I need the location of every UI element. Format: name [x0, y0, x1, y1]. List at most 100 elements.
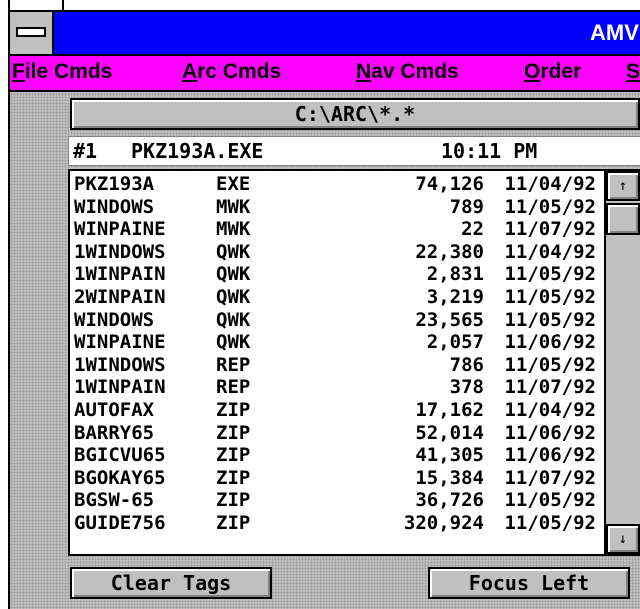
- file-name: BGICVU65: [74, 444, 166, 467]
- file-date: 11/05/92: [504, 308, 596, 331]
- menu-arc-cmds[interactable]: Arc Cmds: [182, 60, 281, 84]
- file-ext: MWK: [216, 195, 251, 218]
- window-title: AMV: [590, 20, 639, 45]
- menu-label: rder: [540, 60, 582, 83]
- file-ext: REP: [216, 353, 251, 376]
- file-date: 11/07/92: [504, 376, 596, 399]
- file-list[interactable]: PKZ193A EXE 74,126 11/04/92 WINDOWS MWK 789 11/…: [68, 169, 640, 556]
- file-size: 41,305: [415, 444, 484, 467]
- file-list-row[interactable]: BGSW-65 ZIP 36,726 11/05/92: [72, 489, 596, 512]
- file-list-row[interactable]: BGOKAY65 ZIP 15,384 11/07/92: [72, 467, 596, 490]
- clear-tags-button[interactable]: Clear Tags: [70, 567, 272, 599]
- path-button[interactable]: C:\ARC\*.*: [70, 98, 640, 130]
- file-ext: ZIP: [216, 398, 251, 421]
- file-ext: QWK: [216, 331, 251, 354]
- file-ext: QWK: [216, 308, 251, 331]
- file-list-row[interactable]: 1WINPAIN REP 378 11/07/92: [72, 376, 596, 399]
- file-date: 11/05/92: [504, 263, 596, 286]
- file-date: 11/05/92: [504, 353, 596, 376]
- file-name: 2WINPAIN: [74, 285, 166, 308]
- file-name: PKZ193A: [74, 173, 155, 195]
- file-list-row[interactable]: BARRY65 ZIP 52,014 11/06/92: [72, 422, 596, 445]
- file-size: 74,126: [415, 173, 484, 195]
- file-name: BARRY65: [74, 421, 155, 444]
- file-ext: ZIP: [216, 444, 251, 467]
- system-menu-icon: [16, 27, 46, 37]
- file-list-row[interactable]: WINPAINE MWK 22 11/07/92: [72, 218, 596, 241]
- file-name: WINDOWS: [74, 195, 155, 218]
- menu-file-cmds[interactable]: File Cmds: [12, 60, 112, 84]
- frame-tick: [62, 0, 64, 12]
- file-name: WINPAINE: [74, 331, 166, 354]
- menu-accel: S: [626, 60, 640, 83]
- file-name: BGOKAY65: [74, 466, 166, 489]
- vertical-scrollbar[interactable]: ↑ ↓: [604, 171, 640, 554]
- file-size: 789: [449, 195, 484, 218]
- file-rows: PKZ193A EXE 74,126 11/04/92 WINDOWS MWK 789 11/…: [72, 173, 596, 535]
- file-ext: ZIP: [216, 489, 251, 512]
- scroll-thumb[interactable]: [606, 203, 640, 235]
- file-size: 15,384: [415, 466, 484, 489]
- file-list-row[interactable]: WINDOWS MWK 789 11/05/92: [72, 196, 596, 219]
- file-size: 17,162: [415, 398, 484, 421]
- menu-order[interactable]: Order: [524, 60, 581, 84]
- file-name: 1WINDOWS: [74, 353, 166, 376]
- file-ext: QWK: [216, 240, 251, 263]
- file-date: 11/04/92: [504, 240, 596, 263]
- file-date: 11/04/92: [504, 398, 596, 421]
- file-list-row[interactable]: 2WINPAIN QWK 3,219 11/05/92: [72, 286, 596, 309]
- window-top-border: [10, 0, 640, 12]
- arrow-down-icon: ↓: [618, 531, 628, 547]
- file-ext: REP: [216, 376, 251, 399]
- file-list-row[interactable]: 1WINPAIN QWK 2,831 11/05/92: [72, 263, 596, 286]
- menu-accel: F: [12, 60, 25, 83]
- file-size: 2,057: [426, 331, 484, 354]
- system-menu-button[interactable]: [10, 12, 54, 54]
- file-size: 23,565: [415, 308, 484, 331]
- menu-nav-cmds[interactable]: Nav Cmds: [356, 60, 459, 84]
- menu-accel: A: [182, 60, 198, 83]
- file-date: 11/07/92: [504, 218, 596, 241]
- file-list-row[interactable]: WINPAINE QWK 2,057 11/06/92: [72, 331, 596, 354]
- menu-s[interactable]: S: [626, 60, 640, 84]
- file-ext: MWK: [216, 218, 251, 241]
- selected-index: #1: [73, 139, 98, 163]
- file-name: 1WINDOWS: [74, 240, 166, 263]
- file-size: 3,219: [426, 285, 484, 308]
- file-list-row[interactable]: WINDOWS QWK 23,565 11/05/92: [72, 309, 596, 332]
- file-size: 36,726: [415, 489, 484, 512]
- file-ext: ZIP: [216, 466, 251, 489]
- title-bar[interactable]: AMV: [10, 12, 640, 56]
- file-date: 11/07/92: [504, 466, 596, 489]
- file-ext: QWK: [216, 263, 251, 286]
- file-ext: ZIP: [216, 511, 251, 534]
- scroll-down-button[interactable]: ↓: [606, 524, 640, 554]
- file-list-row[interactable]: GUIDE756 ZIP 320,924 11/05/92: [72, 512, 596, 535]
- scroll-up-button[interactable]: ↑: [606, 171, 640, 201]
- file-date: 11/05/92: [504, 489, 596, 512]
- file-ext: QWK: [216, 285, 251, 308]
- file-ext: ZIP: [216, 421, 251, 444]
- file-size: 378: [449, 376, 484, 399]
- file-list-row[interactable]: AUTOFAX ZIP 17,162 11/04/92: [72, 399, 596, 422]
- focus-left-button[interactable]: Focus Left: [428, 567, 630, 599]
- file-size: 320,924: [403, 511, 484, 534]
- file-date: 11/06/92: [504, 331, 596, 354]
- file-name: AUTOFAX: [74, 398, 155, 421]
- file-ext: EXE: [216, 173, 251, 195]
- file-size: 22: [461, 218, 484, 241]
- menu-accel: O: [524, 60, 541, 83]
- file-list-row[interactable]: BGICVU65 ZIP 41,305 11/06/92: [72, 444, 596, 467]
- arrow-up-icon: ↑: [618, 178, 628, 194]
- menu-accel: N: [356, 60, 372, 83]
- file-date: 11/05/92: [504, 195, 596, 218]
- file-list-row[interactable]: 1WINDOWS REP 786 11/05/92: [72, 354, 596, 377]
- selected-time: 10:11 PM: [441, 139, 538, 163]
- menu-bar: File Cmds Arc Cmds Nav Cmds Order S: [10, 56, 640, 92]
- menu-label: ile Cmds: [24, 60, 113, 83]
- file-name: BGSW-65: [74, 489, 155, 512]
- file-name: WINDOWS: [74, 308, 155, 331]
- file-size: 22,380: [415, 240, 484, 263]
- file-list-row[interactable]: PKZ193A EXE 74,126 11/04/92: [72, 173, 596, 196]
- file-list-row[interactable]: 1WINDOWS QWK 22,380 11/04/92: [72, 241, 596, 264]
